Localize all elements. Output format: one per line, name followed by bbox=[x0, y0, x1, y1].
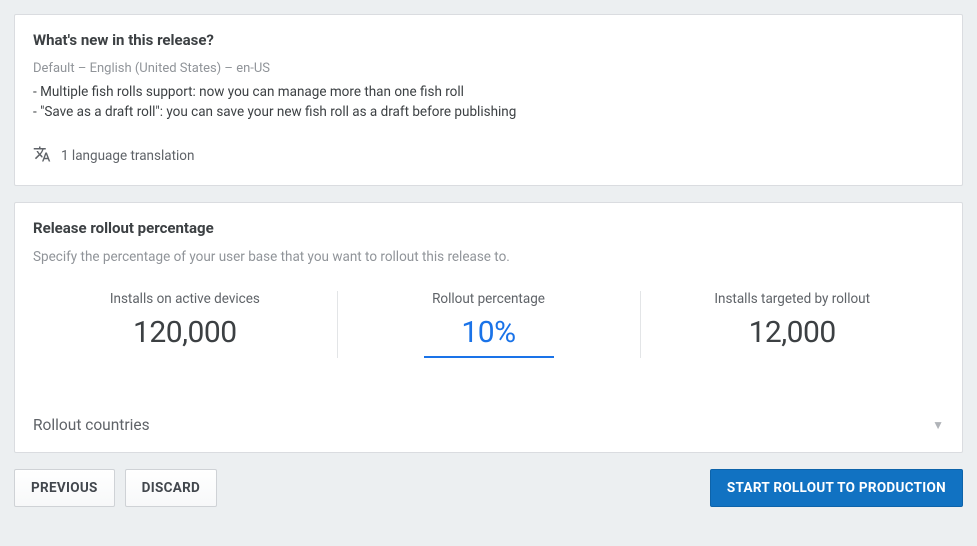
rollout-title: Release rollout percentage bbox=[33, 219, 944, 237]
rollout-countries-expander[interactable]: Rollout countries ▼ bbox=[33, 410, 944, 434]
release-notes-title: What's new in this release? bbox=[33, 31, 944, 49]
previous-button[interactable]: PREVIOUS bbox=[14, 469, 115, 507]
translate-icon bbox=[33, 145, 51, 167]
stat-label: Rollout percentage bbox=[347, 291, 631, 307]
chevron-down-icon: ▼ bbox=[932, 418, 944, 432]
rollout-percentage-value[interactable]: 10% bbox=[347, 315, 631, 350]
translations-count: 1 language translation bbox=[61, 148, 194, 164]
left-button-group: PREVIOUS DISCARD bbox=[14, 469, 217, 507]
release-note-line: - Multiple fish rolls support: now you c… bbox=[33, 82, 944, 102]
locale-indicator: Default – English (United States) – en-U… bbox=[33, 61, 944, 76]
stat-label: Installs on active devices bbox=[43, 291, 327, 307]
stat-installs-active: Installs on active devices 120,000 bbox=[33, 287, 337, 362]
translations-row[interactable]: 1 language translation bbox=[33, 145, 944, 167]
stat-label: Installs targeted by rollout bbox=[650, 291, 934, 307]
release-notes-card: What's new in this release? Default – En… bbox=[14, 14, 963, 186]
rollout-description: Specify the percentage of your user base… bbox=[33, 249, 944, 265]
stat-installs-targeted: Installs targeted by rollout 12,000 bbox=[640, 287, 944, 362]
release-note-line: - "Save as a draft roll": you can save y… bbox=[33, 102, 944, 122]
stat-rollout-percentage[interactable]: Rollout percentage 10% bbox=[337, 287, 641, 362]
stat-value: 12,000 bbox=[650, 315, 934, 350]
rollout-card: Release rollout percentage Specify the p… bbox=[14, 202, 963, 453]
stat-value: 120,000 bbox=[43, 315, 327, 350]
start-rollout-button[interactable]: START ROLLOUT TO PRODUCTION bbox=[710, 469, 963, 507]
rollout-stats: Installs on active devices 120,000 Rollo… bbox=[33, 287, 944, 362]
input-underline bbox=[424, 356, 554, 358]
rollout-countries-label: Rollout countries bbox=[33, 416, 150, 434]
discard-button[interactable]: DISCARD bbox=[125, 469, 217, 507]
action-bar: PREVIOUS DISCARD START ROLLOUT TO PRODUC… bbox=[14, 469, 963, 507]
